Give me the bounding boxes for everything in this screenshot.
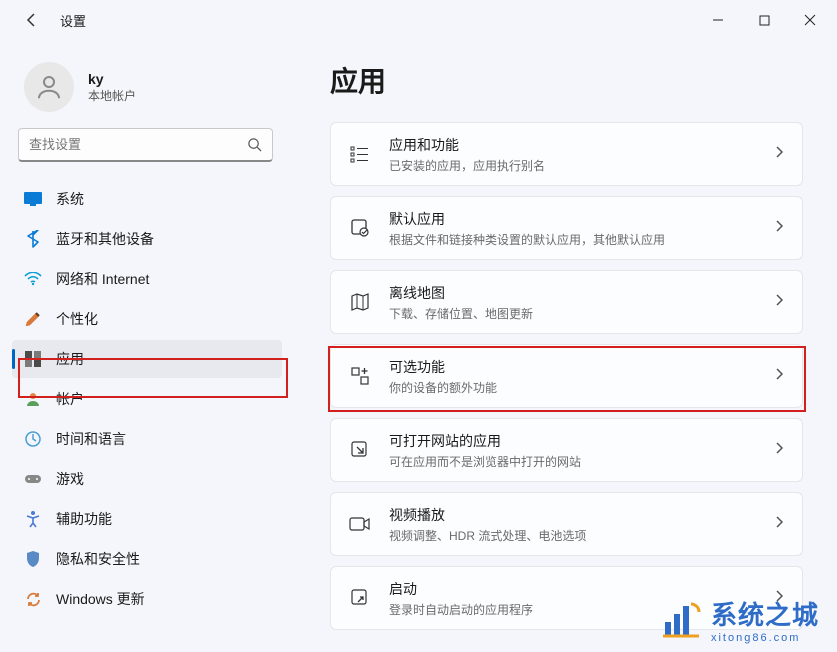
maximize-icon [759,15,770,26]
sidebar-item-label: 时间和语言 [56,429,126,449]
brand-logo-icon [661,600,703,640]
sidebar-item-label: 辅助功能 [56,509,112,529]
card-sub: 已安装的应用，应用执行别名 [389,157,756,174]
card-optional-features[interactable]: 可选功能 你的设备的额外功能 [330,344,803,408]
sidebar-item-system[interactable]: 系统 [12,180,282,218]
search-input-wrap[interactable] [18,128,273,162]
card-website-apps[interactable]: 可打开网站的应用 可在应用而不是浏览器中打开的网站 [330,418,803,482]
window-controls [695,0,833,40]
back-arrow-icon [24,12,40,28]
sidebar-item-label: 帐户 [56,389,84,409]
list-icon [349,143,371,165]
chevron-right-icon [774,515,784,534]
card-title: 可打开网站的应用 [389,431,756,451]
default-app-icon [349,217,371,239]
accessibility-icon [24,510,42,528]
startup-icon [349,587,371,609]
sidebar-item-label: 应用 [56,349,84,369]
sidebar-item-label: Windows 更新 [56,589,145,609]
sidebar-item-label: 个性化 [56,309,98,329]
card-sub: 可在应用而不是浏览器中打开的网站 [389,453,756,470]
window-title: 设置 [60,11,86,30]
update-icon [24,590,42,608]
sidebar-item-label: 系统 [56,189,84,209]
search-icon [247,137,262,152]
search-input[interactable] [29,137,247,152]
paintbrush-icon [24,310,42,328]
sidebar-item-bluetooth[interactable]: 蓝牙和其他设备 [12,220,282,258]
card-sub: 根据文件和链接种类设置的默认应用，其他默认应用 [389,231,756,248]
card-sub: 视频调整、HDR 流式处理、电池选项 [389,527,756,544]
main-content: 应用 应用和功能 已安装的应用，应用执行别名 默认应用 根据文件和链接种类设置的… [300,40,837,652]
card-title: 可选功能 [389,357,756,377]
map-icon [349,291,371,313]
sidebar-item-accounts[interactable]: 帐户 [12,380,282,418]
chevron-right-icon [774,145,784,164]
brand-watermark: 系统之城 xitong86.com [661,595,819,644]
sidebar-item-apps[interactable]: 应用 [12,340,282,378]
sidebar-item-time[interactable]: 时间和语言 [12,420,282,458]
wifi-icon [24,270,42,288]
brand-url: xitong86.com [711,632,819,644]
shield-icon [24,550,42,568]
avatar [24,62,74,112]
sidebar-item-accessibility[interactable]: 辅助功能 [12,500,282,538]
user-profile[interactable]: ky 本地帐户 [12,52,300,128]
back-button[interactable] [18,6,46,34]
card-sub: 你的设备的额外功能 [389,379,756,396]
chevron-right-icon [774,219,784,238]
close-icon [804,14,816,26]
gamepad-icon [24,470,42,488]
sidebar: ky 本地帐户 系统 蓝牙和其他设备 网络和 Internet [0,40,300,652]
card-sub: 下载、存储位置、地图更新 [389,305,756,322]
card-title: 应用和功能 [389,135,756,155]
chevron-right-icon [774,441,784,460]
optional-features-icon [349,365,371,387]
sidebar-item-gaming[interactable]: 游戏 [12,460,282,498]
sidebar-item-label: 游戏 [56,469,84,489]
card-title: 默认应用 [389,209,756,229]
sidebar-item-label: 网络和 Internet [56,269,149,289]
card-offline-maps[interactable]: 离线地图 下载、存储位置、地图更新 [330,270,803,334]
minimize-icon [712,14,724,26]
website-app-icon [349,439,371,461]
maximize-button[interactable] [741,0,787,40]
apps-icon [24,350,42,368]
settings-card-list: 应用和功能 已安装的应用，应用执行别名 默认应用 根据文件和链接种类设置的默认应… [330,122,803,630]
card-title: 离线地图 [389,283,756,303]
user-subtitle: 本地帐户 [88,87,136,104]
video-icon [349,513,371,535]
minimize-button[interactable] [695,0,741,40]
chevron-right-icon [774,293,784,312]
sidebar-item-network[interactable]: 网络和 Internet [12,260,282,298]
user-text: ky 本地帐户 [88,71,136,104]
sidebar-item-update[interactable]: Windows 更新 [12,580,282,618]
account-icon [24,390,42,408]
display-icon [24,190,42,208]
close-button[interactable] [787,0,833,40]
clock-globe-icon [24,430,42,448]
card-apps-features[interactable]: 应用和功能 已安装的应用，应用执行别名 [330,122,803,186]
chevron-right-icon [774,367,784,386]
nav-list: 系统 蓝牙和其他设备 网络和 Internet 个性化 应用 帐户 [12,180,300,618]
sidebar-item-label: 蓝牙和其他设备 [56,229,154,249]
titlebar: 设置 [0,0,837,40]
sidebar-item-privacy[interactable]: 隐私和安全性 [12,540,282,578]
sidebar-item-personalization[interactable]: 个性化 [12,300,282,338]
person-icon [34,72,64,102]
card-default-apps[interactable]: 默认应用 根据文件和链接种类设置的默认应用，其他默认应用 [330,196,803,260]
brand-name: 系统之城 [711,600,819,630]
bluetooth-icon [24,230,42,248]
sidebar-item-label: 隐私和安全性 [56,549,140,569]
user-name: ky [88,71,136,87]
card-title: 视频播放 [389,505,756,525]
card-video-playback[interactable]: 视频播放 视频调整、HDR 流式处理、电池选项 [330,492,803,556]
page-title: 应用 [330,60,803,100]
